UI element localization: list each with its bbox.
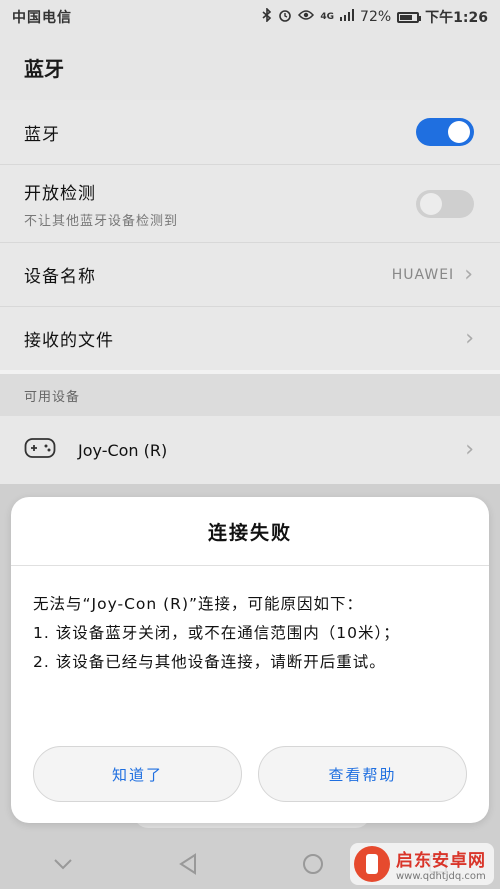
battery-percent: 72% (360, 9, 392, 25)
available-devices-header: 可用设备 (0, 374, 500, 416)
bluetooth-label: 蓝牙 (24, 124, 60, 145)
device-name: Joy-Con (R) (78, 440, 168, 460)
watermark-logo-icon (354, 846, 390, 882)
status-icons: 4G 72% 下午1:26 (262, 7, 488, 27)
discoverable-text: 开放检测 不让其他蓝牙设备检测到 (24, 179, 178, 229)
chevron-right-icon: › (465, 325, 474, 351)
device-name-value: HUAWEI (391, 266, 455, 283)
device-name-label: 设备名称 (24, 267, 96, 287)
signal-icon (340, 9, 355, 25)
discoverable-sublabel: 不让其他蓝牙设备检测到 (24, 213, 179, 229)
device-name-row[interactable]: 设备名称 HUAWEI › (0, 242, 500, 306)
back-icon[interactable] (174, 850, 202, 878)
status-bar: 中国电信 4G 72% 下午1:26 (0, 0, 500, 34)
chevron-right-icon: › (465, 437, 474, 462)
battery-fill (400, 14, 413, 20)
watermark-url: www.qdhtjdq.com (396, 871, 486, 882)
received-files-row[interactable]: 接收的文件 › (0, 306, 500, 370)
alarm-icon (278, 8, 292, 26)
device-item-joycon[interactable]: Joy-Con (R) › (0, 416, 500, 484)
watermark-title: 启东安卓网 (396, 851, 486, 871)
settings-list: 蓝牙 开放检测 不让其他蓝牙设备检测到 设备名称 HUAWEI › 接收的文件 … (0, 100, 500, 370)
home-icon[interactable] (299, 850, 327, 878)
ok-button[interactable]: 知道了 (33, 746, 242, 802)
clock: 下午1:26 (425, 10, 488, 26)
carrier-label: 中国电信 (12, 10, 72, 26)
dialog-title: 连接失败 (11, 497, 489, 566)
discoverable-toggle[interactable] (416, 189, 474, 218)
device-item-left: Joy-Con (R) (24, 437, 167, 463)
chevron-right-icon: › (464, 261, 474, 287)
toggle-knob (448, 121, 470, 143)
discoverable-label: 开放检测 (24, 183, 96, 204)
bluetooth-toggle[interactable] (416, 118, 474, 146)
received-files-label: 接收的文件 (24, 331, 114, 351)
watermark: 启东安卓网 www.qdhtjdq.com (350, 843, 494, 885)
bluetooth-icon (262, 7, 272, 26)
connection-failed-dialog: 连接失败 无法与“Joy-Con (R)”连接，可能原因如下： 1. 该设备蓝牙… (11, 497, 489, 823)
dialog-line: 无法与“Joy-Con (R)”连接，可能原因如下： (33, 595, 364, 613)
page-title: 蓝牙 (0, 34, 500, 100)
battery-icon (397, 11, 422, 23)
toggle-knob (420, 192, 442, 215)
watermark-text: 启东安卓网 www.qdhtjdq.com (396, 846, 486, 882)
dialog-actions: 知道了 查看帮助 (33, 746, 467, 802)
device-name-value-group: HUAWEI › (391, 261, 474, 287)
bluetooth-row[interactable]: 蓝牙 (0, 100, 500, 164)
dialog-line: 2. 该设备已经与其他设备连接，请断开后重试。 (33, 653, 386, 671)
eye-icon (298, 9, 315, 25)
chevron-down-icon[interactable] (49, 850, 77, 878)
view-help-button[interactable]: 查看帮助 (258, 746, 467, 802)
network-label: 4G (320, 12, 335, 22)
dialog-message: 无法与“Joy-Con (R)”连接，可能原因如下： 1. 该设备蓝牙关闭，或不… (11, 566, 489, 677)
gamepad-icon (24, 437, 56, 463)
discoverable-row[interactable]: 开放检测 不让其他蓝牙设备检测到 (0, 164, 500, 242)
dialog-line: 1. 该设备蓝牙关闭，或不在通信范围内（10米）； (33, 624, 400, 642)
